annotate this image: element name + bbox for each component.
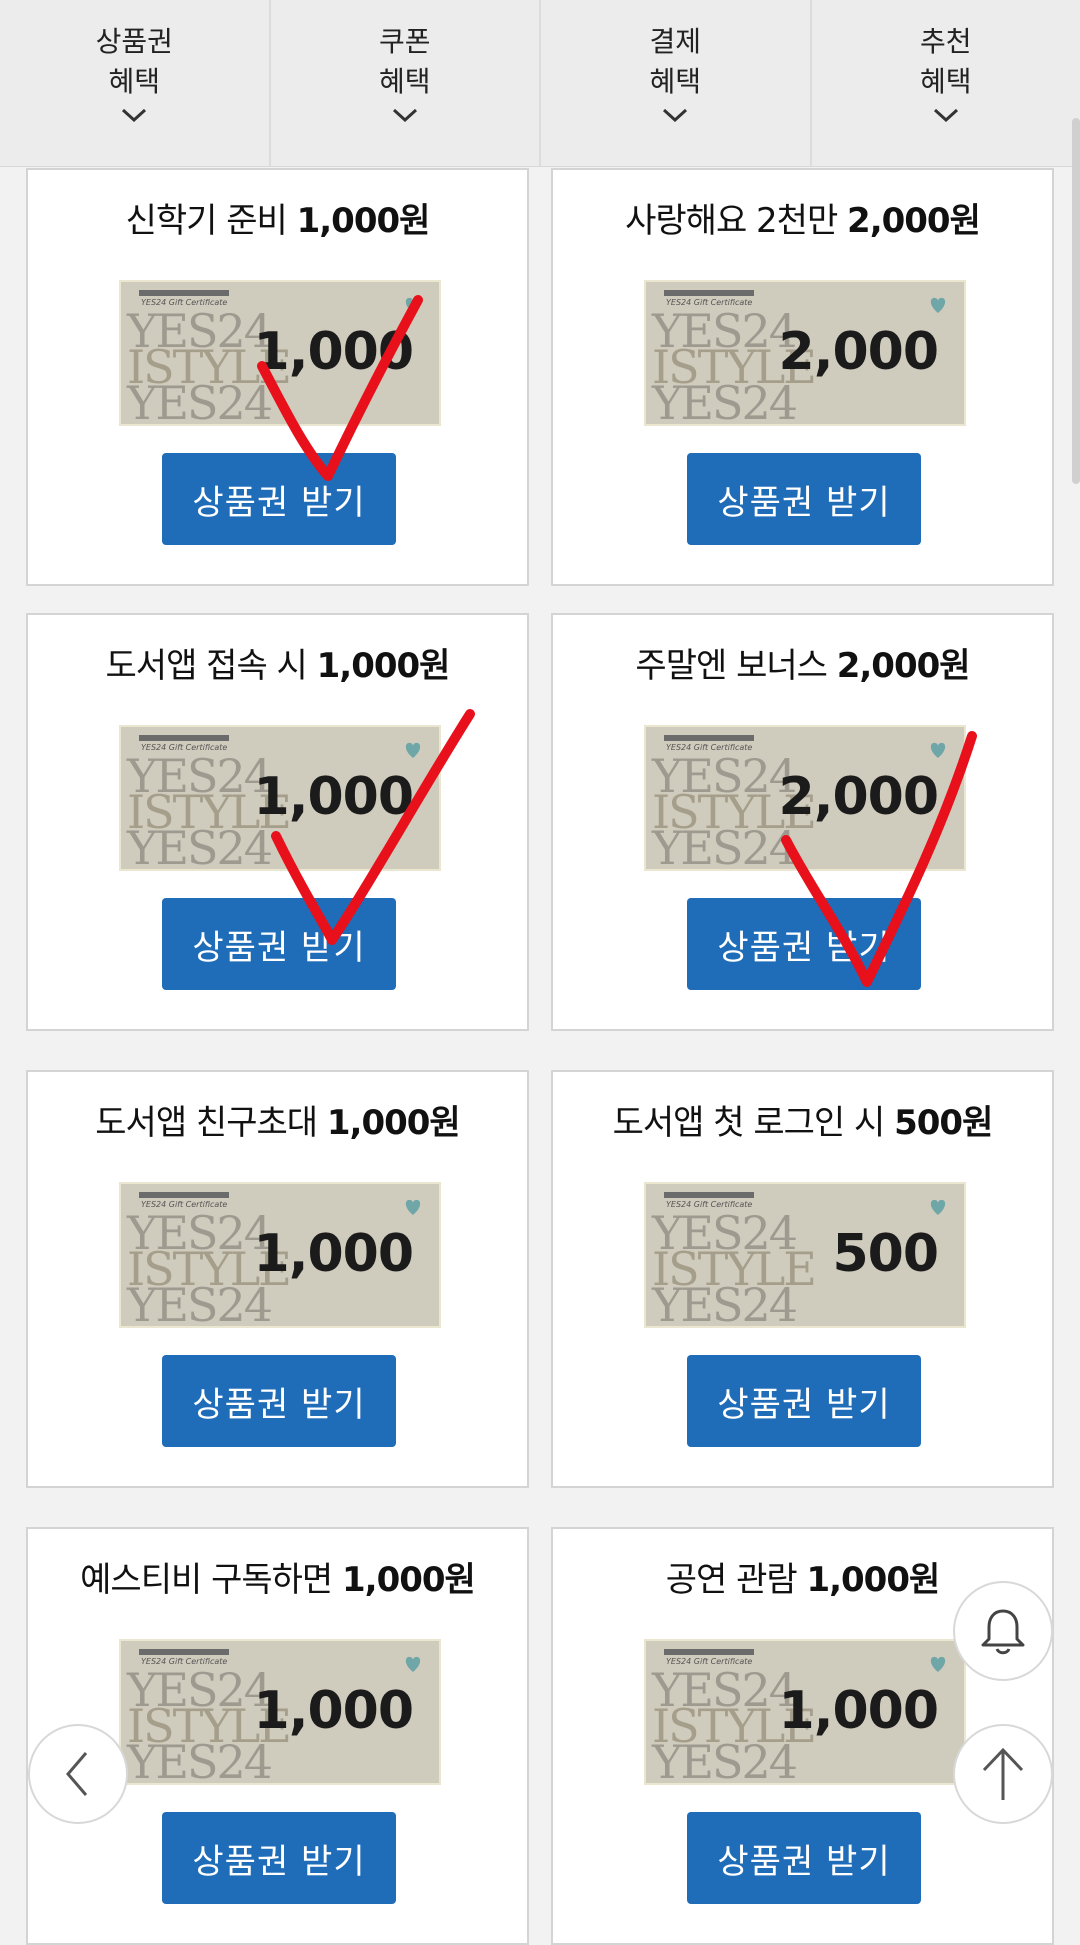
certificate-value: 1,000 bbox=[779, 1681, 938, 1741]
tab-label-line1: 상품권 bbox=[96, 22, 173, 62]
receive-giftcard-button[interactable]: 상품권 받기 bbox=[687, 453, 921, 545]
heart-icon bbox=[928, 1198, 948, 1216]
tab-coupon-benefits[interactable]: 쿠폰 혜택 bbox=[271, 0, 542, 166]
card-title: 도서앱 친구초대 1,000원 bbox=[28, 1100, 527, 1146]
gift-certificate-image: YES24 Gift Certificate YES24ISTYLEYES24 … bbox=[119, 1182, 441, 1328]
tab-giftcard-benefits[interactable]: 상품권 혜택 bbox=[0, 0, 271, 166]
gift-certificate-image: YES24 Gift Certificate YES24ISTYLEYES24 … bbox=[644, 280, 966, 426]
heart-icon bbox=[928, 1655, 948, 1673]
tab-label-line2: 혜택 bbox=[649, 62, 701, 102]
tab-label-line1: 쿠폰 bbox=[379, 22, 431, 62]
certificate-value: 1,000 bbox=[254, 322, 413, 382]
gift-certificate-image: YES24 Gift Certificate YES24ISTYLEYES24 … bbox=[644, 1639, 966, 1785]
chevron-down-icon bbox=[392, 108, 418, 122]
receive-giftcard-button[interactable]: 상품권 받기 bbox=[687, 898, 921, 990]
category-tab-bar: 상품권 혜택 쿠폰 혜택 결제 혜택 추천 혜택 bbox=[0, 0, 1080, 167]
gift-certificate-image: YES24 Gift Certificate YES24ISTYLEYES24 … bbox=[119, 725, 441, 871]
certificate-value: 1,000 bbox=[254, 1224, 413, 1284]
gift-certificate-image: YES24 Gift Certificate YES24ISTYLEYES24 … bbox=[644, 1182, 966, 1328]
card-title: 도서앱 첫 로그인 시 500원 bbox=[553, 1100, 1052, 1146]
tab-payment-benefits[interactable]: 결제 혜택 bbox=[541, 0, 812, 166]
scroll-top-button[interactable] bbox=[953, 1724, 1053, 1824]
heart-icon bbox=[928, 296, 948, 314]
giftcard-card: 도서앱 첫 로그인 시 500원 YES24 Gift Certificate … bbox=[551, 1070, 1054, 1488]
giftcard-card: 신학기 준비 1,000원 YES24 Gift Certificate YES… bbox=[26, 168, 529, 586]
receive-giftcard-button[interactable]: 상품권 받기 bbox=[162, 898, 396, 990]
notification-button[interactable] bbox=[953, 1581, 1053, 1681]
chevron-left-icon bbox=[58, 1749, 98, 1799]
gift-certificate-image: YES24 Gift Certificate YES24ISTYLEYES24 … bbox=[644, 725, 966, 871]
card-title: 사랑해요 2천만 2,000원 bbox=[553, 198, 1052, 244]
receive-giftcard-button[interactable]: 상품권 받기 bbox=[162, 1812, 396, 1904]
certificate-value: 2,000 bbox=[779, 767, 938, 827]
certificate-value: 1,000 bbox=[254, 767, 413, 827]
giftcard-card: 사랑해요 2천만 2,000원 YES24 Gift Certificate Y… bbox=[551, 168, 1054, 586]
heart-icon bbox=[403, 1198, 423, 1216]
tab-label-line2: 혜택 bbox=[920, 62, 972, 102]
giftcard-card: 도서앱 친구초대 1,000원 YES24 Gift Certificate Y… bbox=[26, 1070, 529, 1488]
receive-giftcard-button[interactable]: 상품권 받기 bbox=[687, 1355, 921, 1447]
tab-label-line2: 혜택 bbox=[379, 62, 431, 102]
receive-giftcard-button[interactable]: 상품권 받기 bbox=[162, 453, 396, 545]
card-title: 예스티비 구독하면 1,000원 bbox=[28, 1557, 527, 1603]
heart-icon bbox=[403, 741, 423, 759]
heart-icon bbox=[928, 741, 948, 759]
card-title: 신학기 준비 1,000원 bbox=[28, 198, 527, 244]
tab-recommend-benefits[interactable]: 추천 혜택 bbox=[812, 0, 1080, 166]
chevron-down-icon bbox=[121, 108, 147, 122]
receive-giftcard-button[interactable]: 상품권 받기 bbox=[162, 1355, 396, 1447]
scrollbar[interactable] bbox=[1072, 118, 1080, 484]
chevron-down-icon bbox=[662, 108, 688, 122]
tab-label-line2: 혜택 bbox=[108, 62, 160, 102]
giftcard-card: 주말엔 보너스 2,000원 YES24 Gift Certificate YE… bbox=[551, 613, 1054, 1031]
heart-icon bbox=[403, 296, 423, 314]
certificate-value: 1,000 bbox=[254, 1681, 413, 1741]
receive-giftcard-button[interactable]: 상품권 받기 bbox=[687, 1812, 921, 1904]
gift-certificate-image: YES24 Gift Certificate YES24ISTYLEYES24 … bbox=[119, 1639, 441, 1785]
certificate-value: 500 bbox=[832, 1224, 938, 1284]
chevron-down-icon bbox=[933, 108, 959, 122]
tab-label-line1: 추천 bbox=[920, 22, 972, 62]
card-title: 주말엔 보너스 2,000원 bbox=[553, 643, 1052, 689]
bell-icon bbox=[977, 1605, 1029, 1657]
card-title: 도서앱 접속 시 1,000원 bbox=[28, 643, 527, 689]
arrow-up-icon bbox=[978, 1746, 1028, 1802]
giftcard-card: 도서앱 접속 시 1,000원 YES24 Gift Certificate Y… bbox=[26, 613, 529, 1031]
tab-label-line1: 결제 bbox=[649, 22, 701, 62]
heart-icon bbox=[403, 1655, 423, 1673]
gift-certificate-image: YES24 Gift Certificate YES24ISTYLEYES24 … bbox=[119, 280, 441, 426]
back-button[interactable] bbox=[28, 1724, 128, 1824]
certificate-value: 2,000 bbox=[779, 322, 938, 382]
